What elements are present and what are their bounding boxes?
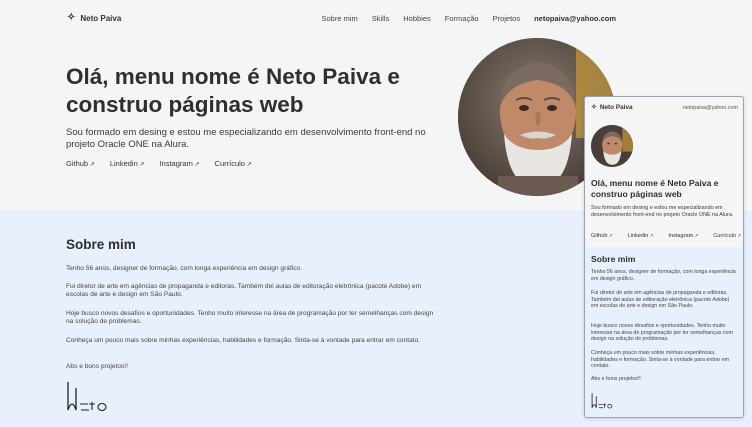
main-nav: Sobre mim Skills Hobbies Formação Projet… (321, 14, 616, 23)
nav-skills[interactable]: Skills (372, 14, 390, 23)
link-curriculo[interactable]: Currículo (215, 159, 252, 168)
mobile-header: ✧ Neto Paiva netopaiva@yahoo.com (585, 97, 743, 119)
about-heading: Sobre mim (66, 237, 136, 252)
mobile-link-instagram[interactable]: Instagram (668, 233, 698, 239)
mobile-email[interactable]: netopaiva@yahoo.com (683, 105, 738, 111)
link-github[interactable]: Github (66, 159, 95, 168)
signature-image (64, 380, 110, 419)
nav-email[interactable]: netopaiva@yahoo.com (534, 14, 616, 23)
about-paragraph: Tenho 56 anos, designer de formação, com… (66, 265, 303, 272)
link-instagram[interactable]: Instagram (159, 159, 199, 168)
mobile-about-paragraph: Fui diretor de arte em agências de propa… (591, 290, 730, 310)
nav-formacao[interactable]: Formação (445, 14, 479, 23)
nav-projetos[interactable]: Projetos (493, 14, 521, 23)
mobile-about-paragraph: Tenho 56 anos, designer de formação, com… (591, 269, 736, 282)
mobile-link-github[interactable]: Github (591, 233, 613, 239)
hero-title: Olá, menu nome é Neto Paiva e construo p… (66, 64, 400, 117)
about-paragraph: Abs e bons projetos!! (66, 363, 128, 370)
hero-subtitle: Sou formado em desing e estou me especia… (66, 127, 426, 150)
sparkle-icon: ✧ (67, 12, 76, 23)
nav-hobbies[interactable]: Hobbies (403, 14, 431, 23)
mobile-profile-photo (591, 125, 633, 167)
sparkle-icon: ✧ (591, 104, 597, 111)
mobile-social-links: Github Linkedin Instagram Currículo (591, 233, 741, 239)
mobile-about-section: Sobre mim Tenho 56 anos, designer de for… (585, 247, 743, 417)
mobile-hero-title: Olá, menu nome é Neto Paiva e construo p… (591, 178, 719, 199)
mobile-about-paragraph: Conheça um pouco mais sobre minhas exper… (591, 350, 730, 370)
mobile-brand-name: Neto Paiva (599, 104, 633, 111)
mobile-hero-subtitle: Sou formado em desing e estou me especia… (591, 205, 734, 218)
brand-logo[interactable]: ✧ Neto Paiva (67, 13, 121, 23)
mobile-link-curriculo[interactable]: Currículo (713, 233, 741, 239)
mobile-signature-image (590, 392, 614, 415)
about-paragraph: Hoje busco novos desafios e oportunidade… (66, 310, 434, 326)
social-links: Github Linkedin Instagram Currículo (66, 159, 252, 168)
about-paragraph: Conheça um pouco mais sobre minhas exper… (66, 337, 421, 344)
site-header: ✧ Neto Paiva Sobre mim Skills Hobbies Fo… (0, 0, 752, 38)
mobile-brand-logo[interactable]: ✧ Neto Paiva (591, 104, 633, 111)
mobile-about-heading: Sobre mim (591, 254, 636, 264)
mobile-about-paragraph: Hoje busco novos desafios e oportunidade… (591, 323, 733, 343)
link-linkedin[interactable]: Linkedin (110, 159, 145, 168)
about-paragraph: Fui diretor de arte em agências de propa… (66, 283, 422, 299)
nav-sobre-mim[interactable]: Sobre mim (321, 14, 357, 23)
mobile-about-paragraph: Abs e bons projetos!! (591, 376, 641, 382)
mobile-preview: ✧ Neto Paiva netopaiva@yahoo.com Olá, me… (584, 96, 744, 418)
brand-name: Neto Paiva (80, 13, 122, 23)
mobile-link-linkedin[interactable]: Linkedin (628, 233, 654, 239)
